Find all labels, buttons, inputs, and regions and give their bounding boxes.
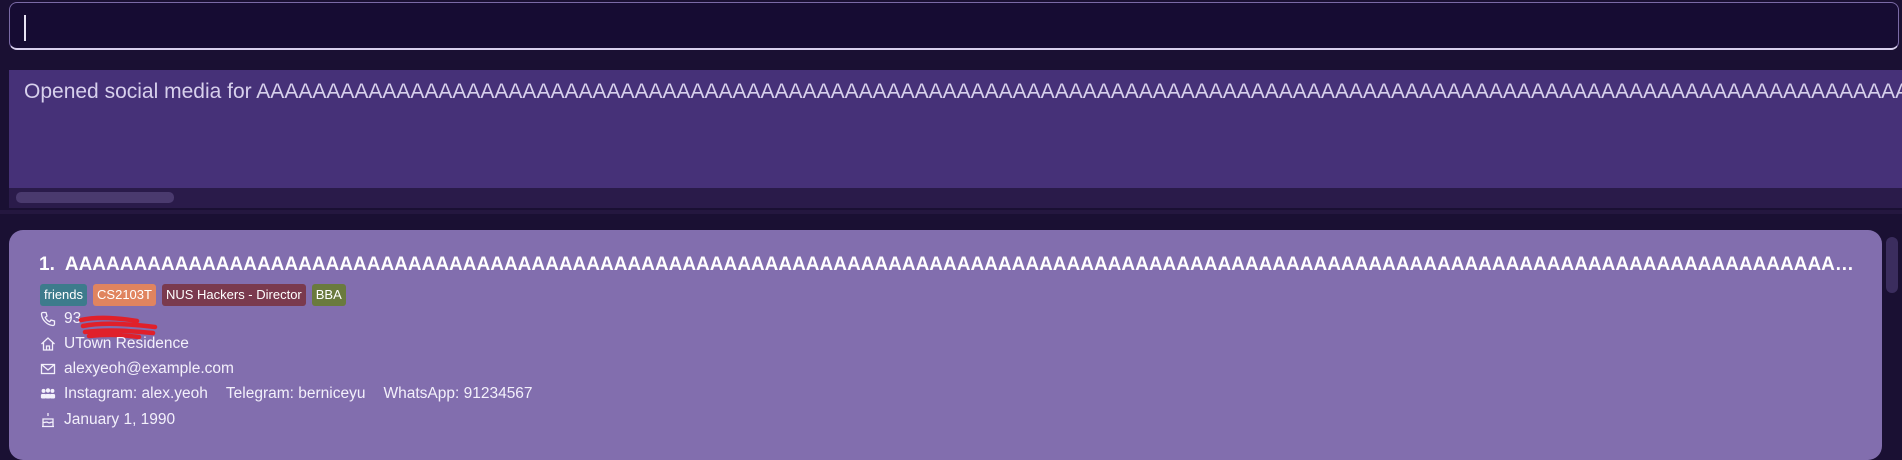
- tag-cs2103t: CS2103T: [93, 284, 156, 306]
- person-index: 1.: [39, 254, 55, 275]
- result-scrollbar-thumb[interactable]: [16, 192, 174, 203]
- panel-divider: [0, 210, 1902, 214]
- birthday-value: January 1, 1990: [64, 411, 176, 428]
- birthday-row: January 1, 1990: [40, 411, 175, 429]
- email-row: alexyeoh@example.com: [40, 360, 234, 378]
- result-horizontal-scrollbar[interactable]: [9, 188, 1902, 208]
- list-vertical-scrollbar-thumb[interactable]: [1886, 237, 1898, 293]
- envelope-icon: [40, 361, 56, 377]
- cake-icon: [40, 412, 56, 428]
- person-name-row: 1. AAAAAAAAAAAAAAAAAAAAAAAAAAAAAAAAAAAAAA…: [39, 254, 1859, 276]
- phone-row: 93: [40, 310, 81, 328]
- phone-icon: [40, 311, 56, 327]
- text-caret: [24, 15, 26, 41]
- social-row: Instagram: alex.yeoh Telegram: berniceyu…: [40, 385, 533, 403]
- instagram-handle: Instagram: alex.yeoh: [64, 385, 208, 402]
- command-input[interactable]: [9, 2, 1899, 50]
- person-name: AAAAAAAAAAAAAAAAAAAAAAAAAAAAAAAAAAAAAAAA…: [64, 254, 1859, 275]
- tag-friends: friends: [40, 284, 88, 306]
- person-list[interactable]: 1. AAAAAAAAAAAAAAAAAAAAAAAAAAAAAAAAAAAAAA…: [9, 230, 1882, 460]
- address-value: UTown Residence: [64, 335, 189, 352]
- result-display[interactable]: Opened social media for AAAAAAAAAAAAAAAA…: [9, 70, 1902, 188]
- whatsapp-number: WhatsApp: 91234567: [383, 385, 533, 402]
- telegram-handle: Telegram: berniceyu: [225, 385, 366, 402]
- people-icon: [40, 386, 56, 402]
- email-value: alexyeoh@example.com: [64, 360, 234, 377]
- tag-list: friends CS2103T NUS Hackers - Director B…: [40, 284, 346, 306]
- tag-nus-hackers: NUS Hackers - Director: [161, 284, 306, 306]
- home-icon: [40, 336, 56, 352]
- tag-bba: BBA: [311, 284, 346, 306]
- result-message: Opened social media for AAAAAAAAAAAAAAAA…: [24, 80, 1902, 103]
- address-row: UTown Residence: [40, 335, 189, 353]
